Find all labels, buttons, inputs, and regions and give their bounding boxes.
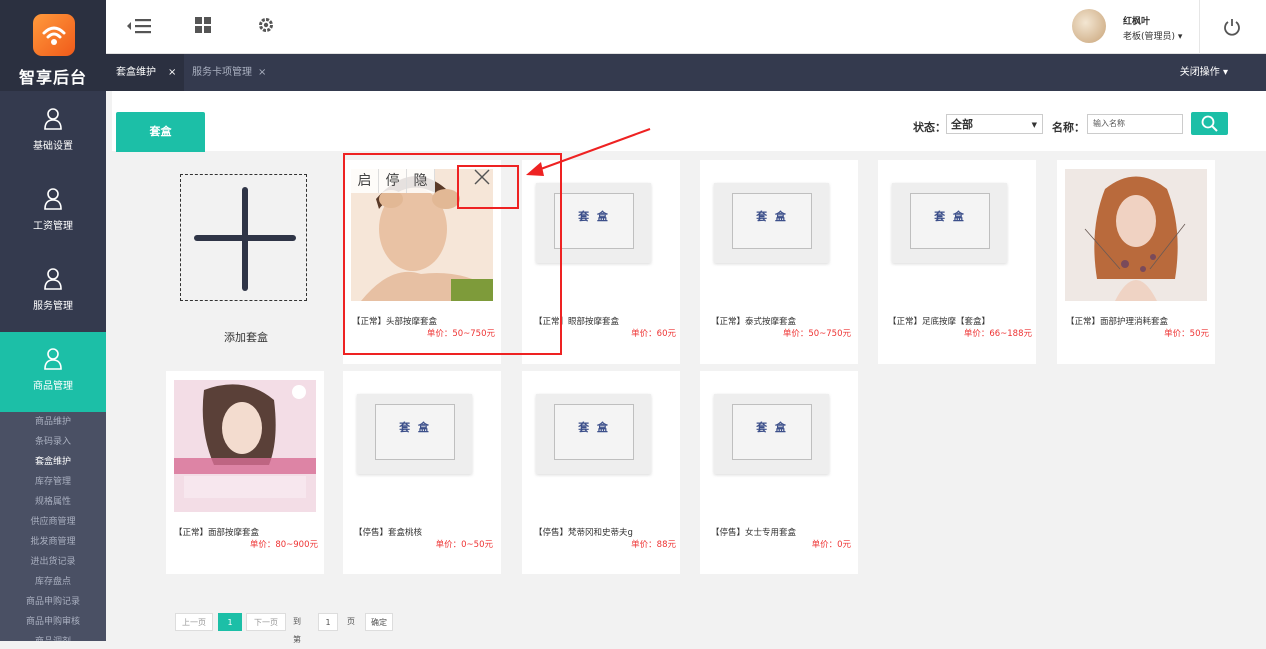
card-title: 【停售】女士专用套盒: [711, 528, 797, 538]
card-title: 【停售】套盒桃核: [354, 528, 423, 538]
submenu-item[interactable]: 库存盘点: [0, 572, 106, 592]
status-label: 状态：: [913, 121, 946, 134]
nav-item-goods[interactable]: 商品管理: [0, 332, 106, 412]
card-price: 单价：66~188元: [963, 329, 1032, 339]
submenu-item-current[interactable]: 套盒维护: [0, 452, 106, 472]
dropdown-arrow-icon: ▼: [1031, 121, 1037, 129]
prev-page-button[interactable]: 上一页: [175, 613, 213, 631]
package-card[interactable]: 【正常】面部护理消耗套盒 单价：50元: [1057, 160, 1215, 364]
page-unit-label: 页: [347, 617, 355, 626]
submenu-item[interactable]: 商品申购记录: [0, 592, 106, 612]
beauty-poster-photo: [174, 380, 316, 512]
confirm-page-button[interactable]: 确定: [365, 613, 393, 631]
nav-label: 工资管理: [33, 221, 73, 232]
package-card[interactable]: 套 盒 【停售】女士专用套盒 单价：0元: [700, 371, 858, 574]
card-title: 【停售】梵蒂冈和史蒂夫g: [534, 528, 633, 538]
submenu-item[interactable]: 商品申购审核: [0, 612, 106, 632]
card-price: 单价：50元: [1164, 329, 1209, 339]
box-word: 套 盒: [578, 421, 610, 434]
submenu-item[interactable]: 商品维护: [0, 412, 106, 432]
next-page-button[interactable]: 下一页: [246, 613, 286, 631]
package-card[interactable]: 套 盒 【停售】梵蒂冈和史蒂夫g 单价：88元: [522, 371, 680, 574]
card-price: 单价：88元: [631, 540, 676, 550]
goto-label: 到第: [293, 617, 301, 644]
user-icon: [44, 348, 62, 370]
user-name: 红枫叶: [1123, 17, 1151, 27]
model-photo: [1065, 169, 1207, 301]
add-package-label: 添加套盒: [224, 331, 268, 344]
box-label: 套 盒: [375, 404, 455, 460]
box-label: 套 盒: [732, 193, 812, 249]
package-box-image: 套 盒: [892, 183, 1007, 263]
submenu-item[interactable]: 条码录入: [0, 432, 106, 452]
name-search-input[interactable]: 输入名称: [1087, 114, 1183, 134]
submenu-item[interactable]: 库存管理: [0, 472, 106, 492]
user-icon: [44, 268, 62, 290]
nav-item-service[interactable]: 服务管理: [0, 252, 106, 332]
name-label: 名称：: [1052, 121, 1085, 134]
submenu-item[interactable]: 规格属性: [0, 492, 106, 512]
card-price: 单价：0元: [811, 540, 851, 550]
package-card[interactable]: 【正常】面部按摩套盒 单价：80~900元: [166, 371, 324, 574]
package-box-image: 套 盒: [714, 394, 829, 474]
goods-submenu: 商品维护 条码录入 套盒维护 库存管理 规格属性 供应商管理 批发商管理 进出货…: [0, 412, 106, 641]
box-label: 套 盒: [910, 193, 990, 249]
card-price: 单价：50~750元: [782, 329, 851, 339]
status-select-value: 全部: [951, 118, 973, 131]
card-price: 单价：60元: [631, 329, 676, 339]
nav-label: 商品管理: [33, 381, 73, 392]
box-label: 套 盒: [554, 404, 634, 460]
package-box-image: 套 盒: [357, 394, 472, 474]
status-select[interactable]: 全部 ▼: [946, 114, 1043, 134]
card-price: 单价：0~50元: [435, 540, 493, 550]
package-box-image: 套 盒: [714, 183, 829, 263]
card-title: 【正常】泰式按摩套盒: [711, 317, 797, 327]
box-word: 套 盒: [756, 210, 788, 223]
box-label: 套 盒: [554, 193, 634, 249]
card-title: 【正常】面部护理消耗套盒: [1066, 317, 1169, 327]
card-title: 【正常】面部按摩套盒: [174, 528, 260, 538]
page-number-input[interactable]: 1: [318, 613, 338, 631]
submenu-item[interactable]: 供应商管理: [0, 512, 106, 532]
user-role-dropdown[interactable]: 老板(管理员) ▾: [1123, 29, 1182, 42]
package-card[interactable]: 套 盒 【正常】足底按摩【套盒】 单价：66~188元: [878, 160, 1036, 364]
power-icon[interactable]: [1223, 18, 1241, 36]
box-word: 套 盒: [756, 421, 788, 434]
page-1-button[interactable]: 1: [218, 613, 242, 631]
submenu-item[interactable]: 批发商管理: [0, 532, 106, 552]
box-word: 套 盒: [399, 421, 431, 434]
search-button[interactable]: [1191, 112, 1228, 135]
package-box-image: 套 盒: [536, 394, 651, 474]
close-operations-dropdown[interactable]: 关闭操作 ▾: [1180, 54, 1228, 91]
nav-label: 服务管理: [33, 301, 73, 312]
box-word: 套 盒: [934, 210, 966, 223]
search-icon: [1201, 115, 1218, 132]
box-word: 套 盒: [578, 210, 610, 223]
submenu-item[interactable]: 进出货记录: [0, 552, 106, 572]
package-card[interactable]: 套 盒 【正常】泰式按摩套盒 单价：50~750元: [700, 160, 858, 364]
avatar[interactable]: [1072, 9, 1106, 43]
card-title: 【正常】足底按摩【套盒】: [888, 317, 991, 327]
card-price: 单价：80~900元: [249, 540, 318, 550]
annotation-arrow-icon: [526, 128, 651, 176]
box-label: 套 盒: [732, 404, 812, 460]
package-card[interactable]: 套 盒 【停售】套盒桃核 单价：0~50元: [343, 371, 501, 574]
divider: [1199, 0, 1200, 53]
submenu-item[interactable]: 商品调剂: [0, 632, 106, 641]
